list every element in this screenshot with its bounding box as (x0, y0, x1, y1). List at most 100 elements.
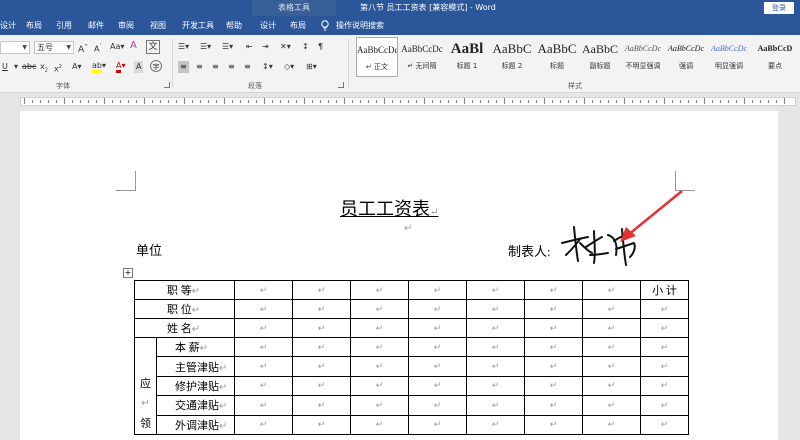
line-spacing-icon[interactable]: ↕▾ (262, 61, 273, 73)
table-cell[interactable]: ↵ (350, 414, 409, 436)
table-cell[interactable]: ↵ (524, 414, 583, 436)
table-cell[interactable]: ↵ (582, 318, 641, 338)
table-cell[interactable]: ↵ (408, 318, 467, 338)
table-cell[interactable]: ↵ (350, 356, 409, 377)
table-cell[interactable]: ↵ (466, 299, 525, 319)
sub-row-label-cell[interactable]: 主管津贴↵ (156, 356, 235, 377)
table-cell[interactable]: ↵ (292, 318, 351, 338)
distributed-icon[interactable]: ≡ (244, 61, 251, 73)
table-cell[interactable]: ↵ (466, 318, 525, 338)
table-cell[interactable]: ↵ (292, 375, 351, 397)
document-heading[interactable]: 员工工资表↵ (340, 195, 438, 221)
table-cell[interactable]: ↵ (408, 336, 467, 358)
font-color-icon[interactable]: A▾ (116, 60, 126, 73)
dropdown-icon[interactable]: ▾ (14, 61, 18, 73)
table-cell[interactable]: ↵ (524, 356, 583, 377)
table-cell[interactable]: ↵ (234, 299, 293, 319)
row-header-cell[interactable]: 职 位↵ (134, 299, 235, 319)
table-cell[interactable]: ↵ (466, 395, 525, 416)
paragraph-dialog-launcher-icon[interactable] (338, 82, 344, 88)
show-marks-icon[interactable]: ¶ (318, 41, 323, 53)
unit-label[interactable]: 单位 (136, 240, 162, 259)
sub-row-label-cell[interactable]: 修护津贴↵ (156, 375, 235, 397)
table-cell[interactable]: ↵ (234, 318, 293, 338)
table-cell[interactable]: ↵ (350, 375, 409, 397)
bullets-icon[interactable]: ☰▾ (178, 41, 189, 53)
table-cell[interactable]: ↵ (292, 299, 351, 319)
sort-icon[interactable]: ↕ (302, 41, 309, 53)
table-cell[interactable]: ↵ (582, 356, 641, 377)
table-cell[interactable]: ↵ (466, 356, 525, 377)
table-cell[interactable]: ↵ (524, 299, 583, 319)
table-cell[interactable]: ↵ (582, 375, 641, 397)
table-cell[interactable]: ↵ (408, 356, 467, 377)
table-cell[interactable]: ↵ (350, 318, 409, 338)
justify-icon[interactable]: ≡ (228, 61, 235, 73)
underline-icon[interactable]: U (2, 61, 8, 73)
align-center-icon[interactable]: ≡ (196, 61, 203, 73)
tab-layout-doc[interactable]: 布局 (26, 16, 42, 35)
table-cell[interactable]: ↵ (292, 356, 351, 377)
style-emphasis[interactable]: AaBbCcDc 强调 (665, 37, 707, 77)
table-cell[interactable]: ↵ (582, 414, 641, 436)
table-cell[interactable]: ↵ (466, 280, 525, 300)
align-left-icon[interactable]: ≡ (178, 61, 189, 73)
change-case-icon[interactable]: Aa▾ (110, 41, 124, 53)
style-subtle-emphasis[interactable]: AaBbCcDc 不明显强调 (622, 37, 664, 77)
text-effects-icon[interactable]: A▾ (72, 61, 82, 73)
table-cell[interactable]: ↵ (640, 375, 689, 397)
highlight-icon[interactable]: ab▾ (92, 60, 106, 73)
table-cell[interactable]: ↵ (640, 336, 689, 358)
table-cell[interactable]: ↵ (292, 414, 351, 436)
table-cell[interactable]: ↵ (524, 375, 583, 397)
sub-row-label-cell[interactable]: 交通津贴↵ (156, 395, 235, 416)
table-cell[interactable]: ↵ (640, 299, 689, 319)
login-button[interactable]: 登录 (764, 2, 794, 14)
sub-row-label-cell[interactable]: 外调津贴↵ (156, 414, 235, 436)
font-size-combo[interactable]: 五号 ▼ (34, 41, 74, 54)
style-heading-1[interactable]: AaBl 标题 1 (446, 37, 488, 77)
shading-icon[interactable]: ◇▾ (284, 61, 294, 73)
table-cell[interactable]: ↵ (234, 356, 293, 377)
style-intense-emphasis[interactable]: AaBbCcDc 明显强调 (708, 37, 750, 77)
chinese-layout-icon[interactable]: ✕▾ (280, 41, 291, 53)
table-cell[interactable]: ↵ (640, 318, 689, 338)
decrease-indent-icon[interactable]: ⇤ (246, 41, 253, 53)
horizontal-ruler[interactable] (0, 93, 800, 109)
table-cell[interactable]: ↵ (524, 395, 583, 416)
table-cell[interactable]: ↵ (292, 336, 351, 358)
table-cell[interactable]: ↵ (292, 395, 351, 416)
style-title[interactable]: AaBbC 标题 (536, 37, 578, 77)
enclose-circle-icon[interactable]: 字 (150, 60, 162, 72)
subscript-icon[interactable]: x2 (40, 61, 48, 77)
tab-view[interactable]: 视图 (150, 16, 166, 35)
strikethrough-icon[interactable]: abc (22, 61, 36, 73)
table-cell[interactable]: ↵ (408, 395, 467, 416)
table-cell[interactable]: ↵ (234, 375, 293, 397)
table-cell[interactable]: ↵ (524, 318, 583, 338)
sub-row-label-cell[interactable]: 本 薪↵ (156, 336, 235, 358)
table-cell[interactable]: ↵ (582, 395, 641, 416)
superscript-icon[interactable]: x2 (54, 61, 62, 76)
align-right-icon[interactable]: ≡ (212, 61, 219, 73)
table-move-handle-icon[interactable]: + (123, 268, 133, 278)
style-heading-2[interactable]: AaBbC 标题 2 (491, 37, 533, 77)
tab-developer[interactable]: 开发工具 (182, 16, 214, 35)
shrink-font-icon[interactable]: Aˇ (94, 41, 102, 56)
table-cell[interactable]: ↵ (234, 280, 293, 300)
table-cell[interactable]: ↵ (408, 375, 467, 397)
document-page[interactable]: 员工工资表↵ ↵ 单位 制表人: + 职 等↵ ↵ ↵ ↵ ↵ ↵ ↵ ↵ 小 计职 位↵ ↵ ↵ ↵… (20, 111, 778, 440)
table-cell[interactable]: ↵ (524, 280, 583, 300)
table-cell[interactable]: ↵ (466, 414, 525, 436)
table-cell[interactable]: ↵ (234, 336, 293, 358)
tab-review[interactable]: 审阅 (118, 16, 134, 35)
table-cell[interactable]: ↵ (350, 395, 409, 416)
table-cell[interactable]: ↵ (408, 280, 467, 300)
char-shading-icon[interactable]: A (134, 61, 144, 73)
font-dialog-launcher-icon[interactable] (164, 82, 170, 88)
table-cell[interactable]: ↵ (350, 280, 409, 300)
table-cell[interactable]: ↵ (350, 336, 409, 358)
table-cell[interactable]: ↵ (466, 375, 525, 397)
tell-me-search[interactable]: 操作说明搜索 (336, 16, 384, 35)
row-header-cell[interactable]: 职 等↵ (134, 280, 235, 300)
